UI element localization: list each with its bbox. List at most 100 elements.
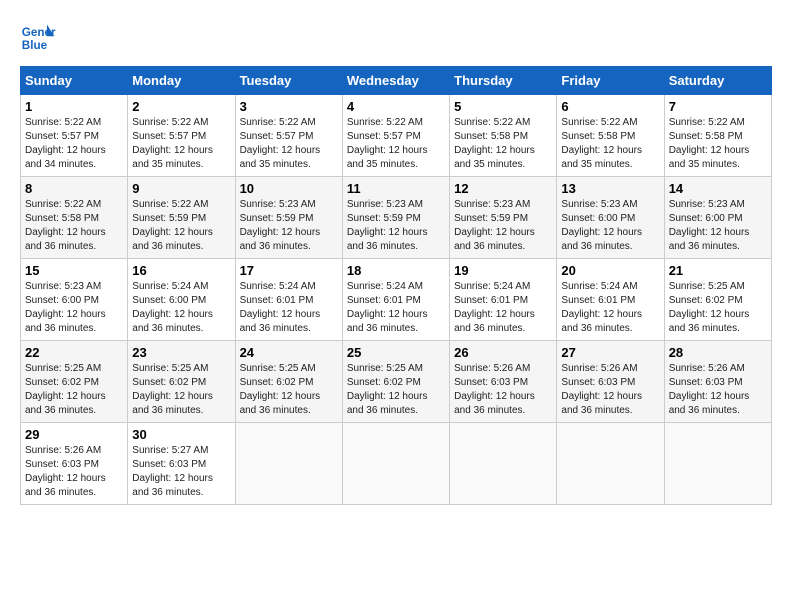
calendar-cell: 25Sunrise: 5:25 AM Sunset: 6:02 PM Dayli…: [342, 341, 449, 423]
day-info: Sunrise: 5:25 AM Sunset: 6:02 PM Dayligh…: [669, 280, 767, 336]
calendar-cell: 26 Sunrise: 5:26 AM Sunset: 6:03 PM Dayli…: [450, 341, 557, 423]
calendar-cell: 10 Sunrise: 5:23 AM Sunset: 5:59 PM Dayli…: [235, 177, 342, 259]
calendar-cell: 1Sunrise: 5:22 AM Sunset: 5:57 PM Daylig…: [21, 95, 128, 177]
calendar-cell: 28 Sunrise: 5:26 AM Sunset: 6:03 PM Dayli…: [664, 341, 771, 423]
day-info: Sunrise: 5:23 AM Sunset: 5:59 PM Dayligh…: [240, 198, 338, 254]
day-info: Sunrise: 5:25 AM Sunset: 6:02 PM Dayligh…: [132, 362, 230, 418]
calendar-cell: [664, 423, 771, 505]
calendar-cell: [235, 423, 342, 505]
calendar-row-2: 15 Sunrise: 5:23 AM Sunset: 6:00 PM Dayli…: [21, 259, 772, 341]
calendar-cell: 19 Sunrise: 5:24 AM Sunset: 6:01 PM Dayli…: [450, 259, 557, 341]
day-number: 22: [25, 345, 123, 360]
day-info: Sunrise: 5:23 AM Sunset: 6:00 PM Dayligh…: [25, 280, 123, 336]
day-info: Sunrise: 5:22 AM Sunset: 5:57 PM Dayligh…: [347, 116, 445, 172]
day-number: 8: [25, 181, 123, 196]
day-number: 30: [132, 427, 230, 442]
day-info: Sunrise: 5:24 AM Sunset: 6:01 PM Dayligh…: [240, 280, 338, 336]
day-number: 25: [347, 345, 445, 360]
calendar-cell: 13 Sunrise: 5:23 AM Sunset: 6:00 PM Dayli…: [557, 177, 664, 259]
day-number: 1: [25, 99, 123, 114]
calendar-cell: 30 Sunrise: 5:27 AM Sunset: 6:03 PM Dayli…: [128, 423, 235, 505]
calendar-cell: 3 Sunrise: 5:22 AM Sunset: 5:57 PM Daylig…: [235, 95, 342, 177]
day-number: 21: [669, 263, 767, 278]
day-info: Sunrise: 5:22 AM Sunset: 5:57 PM Dayligh…: [132, 116, 230, 172]
day-number: 23: [132, 345, 230, 360]
calendar-cell: 11 Sunrise: 5:23 AM Sunset: 5:59 PM Dayli…: [342, 177, 449, 259]
day-info: Sunrise: 5:26 AM Sunset: 6:03 PM Dayligh…: [25, 444, 123, 500]
day-number: 14: [669, 181, 767, 196]
calendar-cell: 8 Sunrise: 5:22 AM Sunset: 5:58 PM Daylig…: [21, 177, 128, 259]
day-number: 29: [25, 427, 123, 442]
day-number: 28: [669, 345, 767, 360]
header-cell-sunday: Sunday: [21, 67, 128, 95]
calendar-cell: 16Sunrise: 5:24 AM Sunset: 6:00 PM Dayli…: [128, 259, 235, 341]
calendar-cell: 27 Sunrise: 5:26 AM Sunset: 6:03 PM Dayli…: [557, 341, 664, 423]
day-number: 6: [561, 99, 659, 114]
day-number: 9: [132, 181, 230, 196]
calendar-row-1: 8 Sunrise: 5:22 AM Sunset: 5:58 PM Daylig…: [21, 177, 772, 259]
day-number: 13: [561, 181, 659, 196]
day-number: 3: [240, 99, 338, 114]
day-info: Sunrise: 5:26 AM Sunset: 6:03 PM Dayligh…: [561, 362, 659, 418]
day-info: Sunrise: 5:24 AM Sunset: 6:01 PM Dayligh…: [454, 280, 552, 336]
day-number: 18: [347, 263, 445, 278]
day-info: Sunrise: 5:22 AM Sunset: 5:59 PM Dayligh…: [132, 198, 230, 254]
header-cell-monday: Monday: [128, 67, 235, 95]
day-number: 2: [132, 99, 230, 114]
calendar-cell: 14Sunrise: 5:23 AM Sunset: 6:00 PM Dayli…: [664, 177, 771, 259]
calendar-cell: 5 Sunrise: 5:22 AM Sunset: 5:58 PM Daylig…: [450, 95, 557, 177]
calendar-cell: 12 Sunrise: 5:23 AM Sunset: 5:59 PM Dayli…: [450, 177, 557, 259]
svg-text:Blue: Blue: [22, 39, 48, 52]
day-number: 20: [561, 263, 659, 278]
calendar-cell: [342, 423, 449, 505]
calendar-cell: 20 Sunrise: 5:24 AM Sunset: 6:01 PM Dayli…: [557, 259, 664, 341]
day-info: Sunrise: 5:25 AM Sunset: 6:02 PM Dayligh…: [25, 362, 123, 418]
day-number: 11: [347, 181, 445, 196]
calendar-cell: [450, 423, 557, 505]
day-number: 19: [454, 263, 552, 278]
day-number: 15: [25, 263, 123, 278]
day-info: Sunrise: 5:25 AM Sunset: 6:02 PM Dayligh…: [240, 362, 338, 418]
calendar-cell: 7 Sunrise: 5:22 AM Sunset: 5:58 PM Daylig…: [664, 95, 771, 177]
day-info: Sunrise: 5:24 AM Sunset: 6:00 PM Dayligh…: [132, 280, 230, 336]
day-info: Sunrise: 5:27 AM Sunset: 6:03 PM Dayligh…: [132, 444, 230, 500]
calendar-cell: [557, 423, 664, 505]
calendar-row-3: 22 Sunrise: 5:25 AM Sunset: 6:02 PM Dayli…: [21, 341, 772, 423]
header-cell-friday: Friday: [557, 67, 664, 95]
calendar-cell: 24 Sunrise: 5:25 AM Sunset: 6:02 PM Dayli…: [235, 341, 342, 423]
day-info: Sunrise: 5:22 AM Sunset: 5:58 PM Dayligh…: [454, 116, 552, 172]
day-info: Sunrise: 5:26 AM Sunset: 6:03 PM Dayligh…: [669, 362, 767, 418]
calendar-cell: 18Sunrise: 5:24 AM Sunset: 6:01 PM Dayli…: [342, 259, 449, 341]
calendar-cell: 17Sunrise: 5:24 AM Sunset: 6:01 PM Dayli…: [235, 259, 342, 341]
calendar-cell: 21 Sunrise: 5:25 AM Sunset: 6:02 PM Dayli…: [664, 259, 771, 341]
calendar-body: 1 Sunrise: 5:22 AM Sunset: 5:57 PM Daylig…: [21, 95, 772, 505]
day-info: Sunrise: 5:26 AM Sunset: 6:03 PM Dayligh…: [454, 362, 552, 418]
day-info: Sunrise: 5:22 AM Sunset: 5:57 PM Dayligh…: [240, 116, 338, 172]
day-info: Sunrise: 5:22 AM Sunset: 5:58 PM Dayligh…: [669, 116, 767, 172]
day-number: 26: [454, 345, 552, 360]
calendar-table: SundayMondayTuesdayWednesdayThursdayFrid…: [20, 66, 772, 505]
day-number: 27: [561, 345, 659, 360]
day-number: 24: [240, 345, 338, 360]
day-info: Sunrise: 5:22 AM Sunset: 5:58 PM Dayligh…: [561, 116, 659, 172]
day-info: Sunrise: 5:22 AM Sunset: 5:58 PM Dayligh…: [25, 198, 123, 254]
header-cell-thursday: Thursday: [450, 67, 557, 95]
day-info: Sunrise: 5:23 AM Sunset: 5:59 PM Dayligh…: [454, 198, 552, 254]
calendar-cell: 4Sunrise: 5:22 AM Sunset: 5:57 PM Daylig…: [342, 95, 449, 177]
day-number: 7: [669, 99, 767, 114]
day-info: Sunrise: 5:23 AM Sunset: 6:00 PM Dayligh…: [561, 198, 659, 254]
day-number: 10: [240, 181, 338, 196]
day-info: Sunrise: 5:23 AM Sunset: 5:59 PM Dayligh…: [347, 198, 445, 254]
calendar-cell: 23 Sunrise: 5:25 AM Sunset: 6:02 PM Dayli…: [128, 341, 235, 423]
calendar-row-0: 1 Sunrise: 5:22 AM Sunset: 5:57 PM Daylig…: [21, 95, 772, 177]
day-number: 5: [454, 99, 552, 114]
day-info: Sunrise: 5:24 AM Sunset: 6:01 PM Dayligh…: [561, 280, 659, 336]
calendar-cell: 15 Sunrise: 5:23 AM Sunset: 6:00 PM Dayli…: [21, 259, 128, 341]
day-number: 12: [454, 181, 552, 196]
logo-icon: General Blue: [20, 20, 56, 56]
header-cell-tuesday: Tuesday: [235, 67, 342, 95]
calendar-row-4: 29 Sunrise: 5:26 AM Sunset: 6:03 PM Dayli…: [21, 423, 772, 505]
logo: General Blue: [20, 20, 56, 56]
calendar-cell: 9 Sunrise: 5:22 AM Sunset: 5:59 PM Daylig…: [128, 177, 235, 259]
calendar-header-row: SundayMondayTuesdayWednesdayThursdayFrid…: [21, 67, 772, 95]
